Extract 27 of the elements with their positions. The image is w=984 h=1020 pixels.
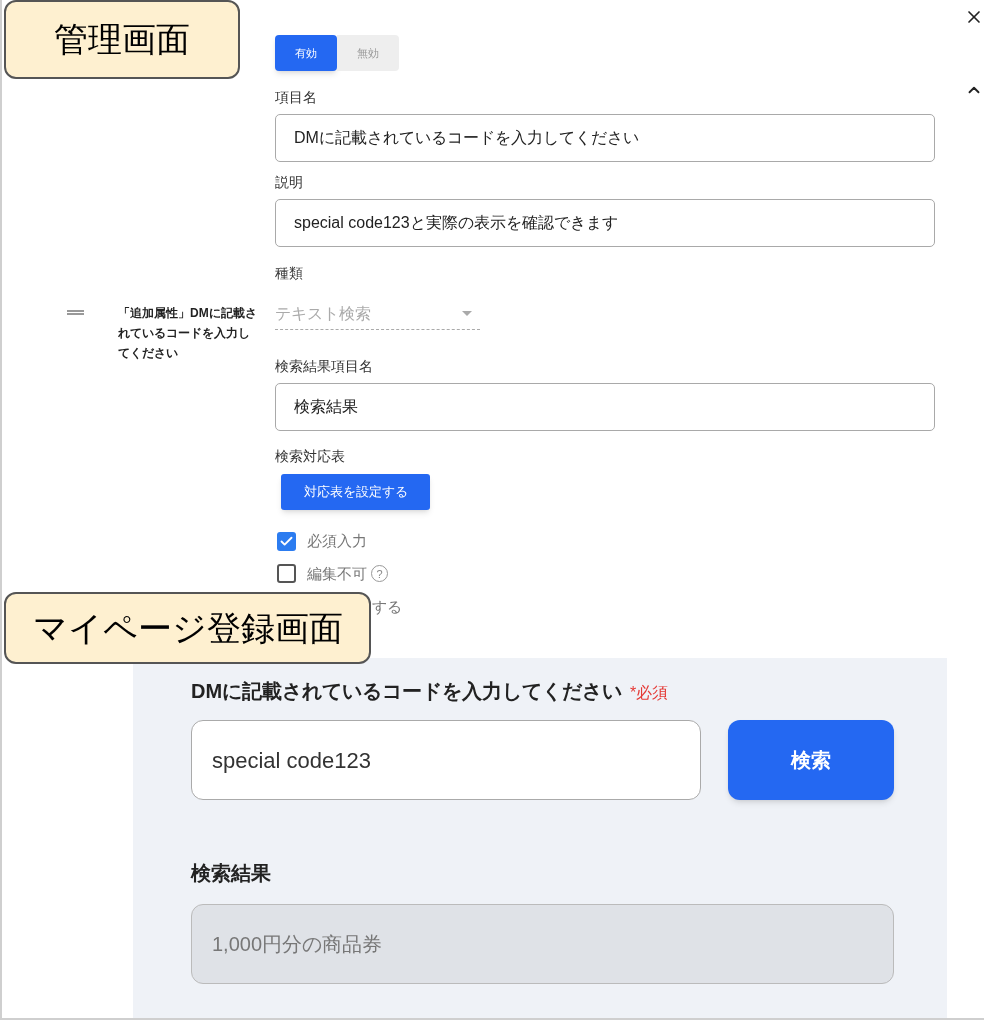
text-input[interactable]: 検索結果: [275, 383, 935, 431]
toggle-button[interactable]: 無効: [337, 35, 399, 71]
result-field: 1,000円分の商品券: [191, 904, 894, 984]
field-label: 検索対応表: [275, 447, 345, 466]
checkbox[interactable]: [277, 531, 296, 551]
callout-label: 管理画面: [4, 0, 240, 79]
set-mapping-button[interactable]: 対応表を設定する: [281, 474, 430, 510]
field-label: 種類: [275, 264, 303, 283]
search-button[interactable]: 検索: [728, 720, 894, 800]
checkbox-label: 編集不可: [307, 563, 367, 584]
result-label: 検索結果: [191, 861, 272, 886]
field-label: 項目名: [275, 88, 317, 107]
callout-label: マイページ登録画面: [4, 592, 371, 664]
item-label: 「追加属性」DMに記載されているコードを入力してください: [118, 305, 258, 362]
dropdown-caret-icon: [462, 311, 472, 316]
checkbox-label: 必須入力: [307, 531, 367, 551]
required-mark: *必須: [630, 683, 669, 703]
code-input[interactable]: special code123: [191, 720, 701, 800]
text-input[interactable]: DMに記載されているコードを入力してください: [275, 114, 935, 162]
preview-title: DMに記載されているコードを入力してください: [191, 679, 623, 704]
checkbox[interactable]: [277, 564, 296, 584]
field-label: 説明: [275, 173, 303, 192]
checkbox-label: する: [372, 597, 403, 617]
field-label: 検索結果項目名: [275, 357, 373, 376]
text-input[interactable]: special code123と実際の表示を確認できます: [275, 199, 935, 247]
drag-handle-icon[interactable]: [67, 310, 84, 315]
toggle-button[interactable]: 有効: [275, 35, 337, 71]
